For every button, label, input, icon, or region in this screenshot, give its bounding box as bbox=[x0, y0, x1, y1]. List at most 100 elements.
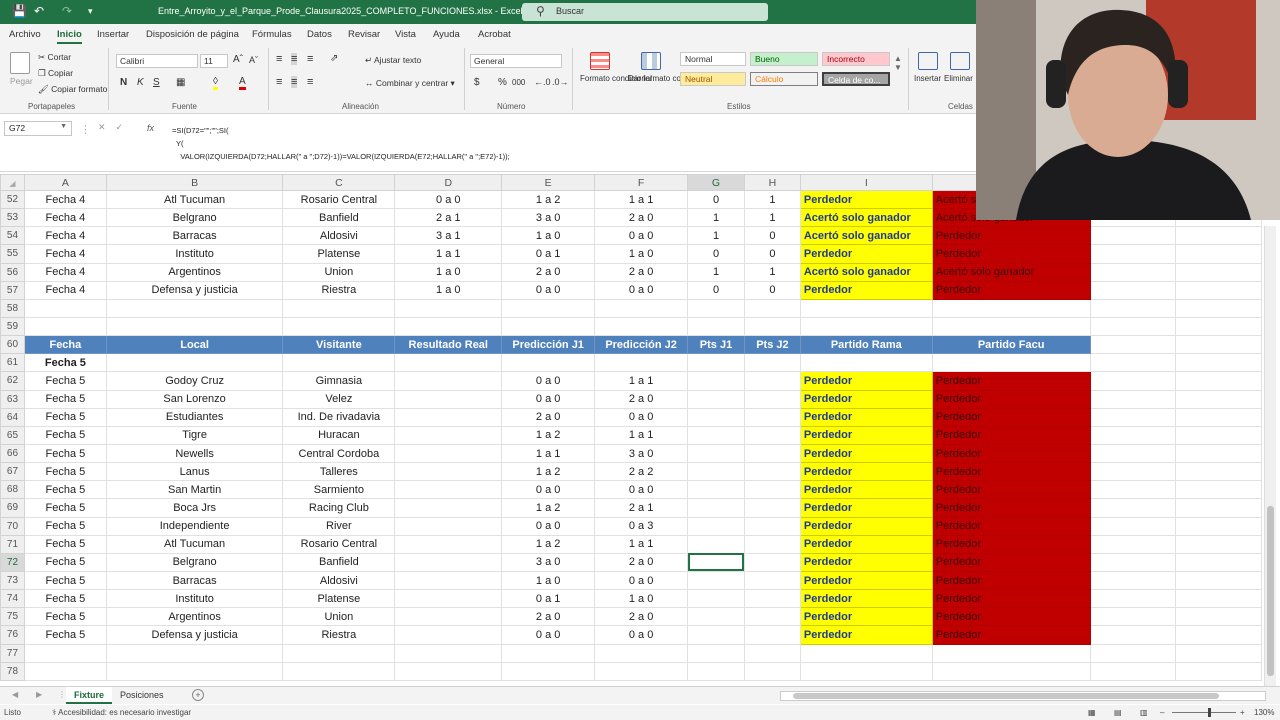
cell-pts2[interactable] bbox=[743, 534, 801, 554]
cell-visitante[interactable]: Velez bbox=[282, 389, 396, 409]
cell-pts2[interactable]: 0 bbox=[743, 280, 801, 300]
cell-pts1[interactable] bbox=[687, 389, 745, 409]
cell-empty[interactable] bbox=[1089, 316, 1177, 337]
cell-empty[interactable] bbox=[1175, 226, 1262, 246]
cell-visitante[interactable]: Huracan bbox=[282, 425, 396, 445]
merge-center-button[interactable]: ↔ Combinar y centrar ▾ bbox=[365, 78, 455, 89]
cell-facu[interactable]: Perdedor bbox=[931, 371, 1091, 391]
cell-empty[interactable] bbox=[1089, 480, 1177, 500]
cell-fecha[interactable]: Fecha 5 bbox=[23, 462, 107, 482]
underline-button[interactable]: S bbox=[153, 77, 160, 88]
cell-local[interactable]: Tigre bbox=[105, 425, 284, 445]
cell-facu[interactable]: Perdedor bbox=[931, 443, 1091, 464]
cell-p2[interactable]: 3 a 0 bbox=[594, 443, 689, 464]
cell-empty[interactable] bbox=[1175, 443, 1262, 464]
row-header[interactable]: 72 bbox=[0, 552, 25, 572]
customize-toolbar-icon[interactable]: ▾ bbox=[88, 6, 93, 17]
wrap-text-button[interactable]: ↵ Ajustar texto bbox=[365, 55, 421, 66]
row-header[interactable]: 57 bbox=[0, 280, 25, 300]
zoom-slider[interactable] bbox=[1172, 708, 1236, 717]
align-top-icon[interactable]: ≡ bbox=[276, 53, 282, 65]
format-painter-button[interactable]: 🖌 Copiar formato bbox=[38, 84, 107, 95]
align-center-icon[interactable]: ≡ bbox=[291, 76, 298, 88]
cell-pts1[interactable] bbox=[687, 371, 745, 391]
style-celda-comprobacion[interactable]: Celda de co... bbox=[822, 72, 890, 86]
zoom-slider-thumb[interactable] bbox=[1208, 708, 1211, 717]
save-icon[interactable]: 💾 bbox=[12, 4, 27, 18]
cell-real[interactable] bbox=[394, 371, 503, 391]
row-header[interactable]: 77 bbox=[0, 643, 25, 663]
row-header[interactable]: 64 bbox=[0, 407, 25, 427]
row-header[interactable]: 58 bbox=[0, 298, 25, 318]
cell-empty[interactable] bbox=[594, 298, 689, 318]
cell-pts1[interactable] bbox=[687, 534, 745, 554]
cell-rama[interactable]: Perdedor bbox=[799, 498, 933, 518]
column-header-d[interactable]: D bbox=[394, 174, 503, 191]
sheet-more-icon[interactable]: ⋮ bbox=[58, 690, 66, 699]
cell-empty[interactable] bbox=[687, 316, 745, 337]
column-title[interactable]: Predicción J1 bbox=[501, 335, 596, 355]
cell-fecha[interactable]: Fecha 5 bbox=[23, 534, 107, 554]
cell-real[interactable] bbox=[394, 516, 503, 536]
row-header[interactable]: 67 bbox=[0, 462, 25, 482]
increase-decimal-icon[interactable]: ←.0 bbox=[534, 77, 551, 87]
cell-local[interactable]: Belgrano bbox=[105, 208, 284, 228]
decrease-decimal-icon[interactable]: .0→ bbox=[552, 77, 569, 87]
cell-visitante[interactable]: Sarmiento bbox=[282, 480, 396, 500]
cell-fecha[interactable]: Fecha 4 bbox=[23, 262, 107, 282]
undo-icon[interactable]: ↶ bbox=[34, 4, 44, 18]
cell-empty[interactable] bbox=[1175, 534, 1262, 554]
cell-p1[interactable]: 1 a 0 bbox=[501, 226, 596, 246]
cell-empty[interactable] bbox=[105, 298, 284, 318]
cell-rama[interactable]: Perdedor bbox=[799, 280, 933, 300]
cell-local[interactable]: Independiente bbox=[105, 516, 284, 536]
add-sheet-icon[interactable]: + bbox=[192, 689, 204, 701]
cell-p2[interactable]: 2 a 0 bbox=[594, 552, 689, 572]
cell-empty[interactable] bbox=[594, 643, 689, 663]
cell-empty[interactable] bbox=[282, 316, 396, 337]
zoom-in-icon[interactable]: + bbox=[1240, 708, 1245, 717]
cell-empty[interactable] bbox=[1089, 607, 1177, 627]
cell-pts2[interactable]: 1 bbox=[743, 189, 801, 210]
cell-empty[interactable] bbox=[1089, 552, 1177, 572]
column-header-c[interactable]: C bbox=[282, 174, 396, 191]
cell-empty[interactable] bbox=[394, 353, 503, 373]
cell-local[interactable]: Barracas bbox=[105, 570, 284, 591]
cell-empty[interactable] bbox=[1175, 371, 1262, 391]
cell-visitante[interactable]: Rosario Central bbox=[282, 534, 396, 554]
column-title[interactable]: Visitante bbox=[282, 335, 396, 355]
cell-p2[interactable]: 0 a 0 bbox=[594, 625, 689, 645]
cell-local[interactable]: Defensa y justicia bbox=[105, 625, 284, 645]
cell-rama[interactable]: Perdedor bbox=[799, 480, 933, 500]
cell-real[interactable]: 1 a 0 bbox=[394, 262, 503, 282]
cell-facu[interactable]: Perdedor bbox=[931, 589, 1091, 609]
cell-facu[interactable]: Perdedor bbox=[931, 280, 1091, 300]
cell-empty[interactable] bbox=[799, 298, 933, 318]
cell-pts1[interactable] bbox=[687, 443, 745, 464]
tab-inicio[interactable]: Inicio bbox=[57, 29, 82, 44]
cell-p2[interactable]: 0 a 0 bbox=[594, 280, 689, 300]
italic-button[interactable]: K bbox=[137, 77, 144, 88]
cell-facu[interactable]: Perdedor bbox=[931, 244, 1091, 264]
cell-empty[interactable] bbox=[1175, 425, 1262, 445]
cell-visitante[interactable]: Union bbox=[282, 262, 396, 282]
row-header[interactable]: 53 bbox=[0, 208, 25, 228]
cell-empty[interactable] bbox=[1175, 661, 1262, 681]
cell-p2[interactable]: 1 a 1 bbox=[594, 425, 689, 445]
row-header[interactable]: 76 bbox=[0, 625, 25, 645]
styles-scroll-icon[interactable]: ▲ ▼ bbox=[894, 54, 902, 72]
cell-empty[interactable] bbox=[799, 643, 933, 663]
cell-visitante[interactable]: Banfield bbox=[282, 552, 396, 572]
row-header[interactable]: 65 bbox=[0, 425, 25, 445]
cell-p1[interactable]: 3 a 0 bbox=[501, 208, 596, 228]
fill-color-icon[interactable]: ◊ bbox=[213, 76, 218, 90]
delete-button[interactable]: Eliminar bbox=[944, 74, 973, 83]
column-title[interactable]: Fecha bbox=[23, 335, 107, 355]
cell-pts2[interactable]: 0 bbox=[743, 244, 801, 264]
cell-real[interactable] bbox=[394, 443, 503, 464]
cell-empty[interactable] bbox=[1089, 498, 1177, 518]
cell-empty[interactable] bbox=[799, 353, 933, 373]
cell-empty[interactable] bbox=[1175, 570, 1262, 591]
scroll-thumb[interactable] bbox=[1267, 506, 1274, 676]
cell-pts1[interactable]: 1 bbox=[687, 262, 745, 282]
